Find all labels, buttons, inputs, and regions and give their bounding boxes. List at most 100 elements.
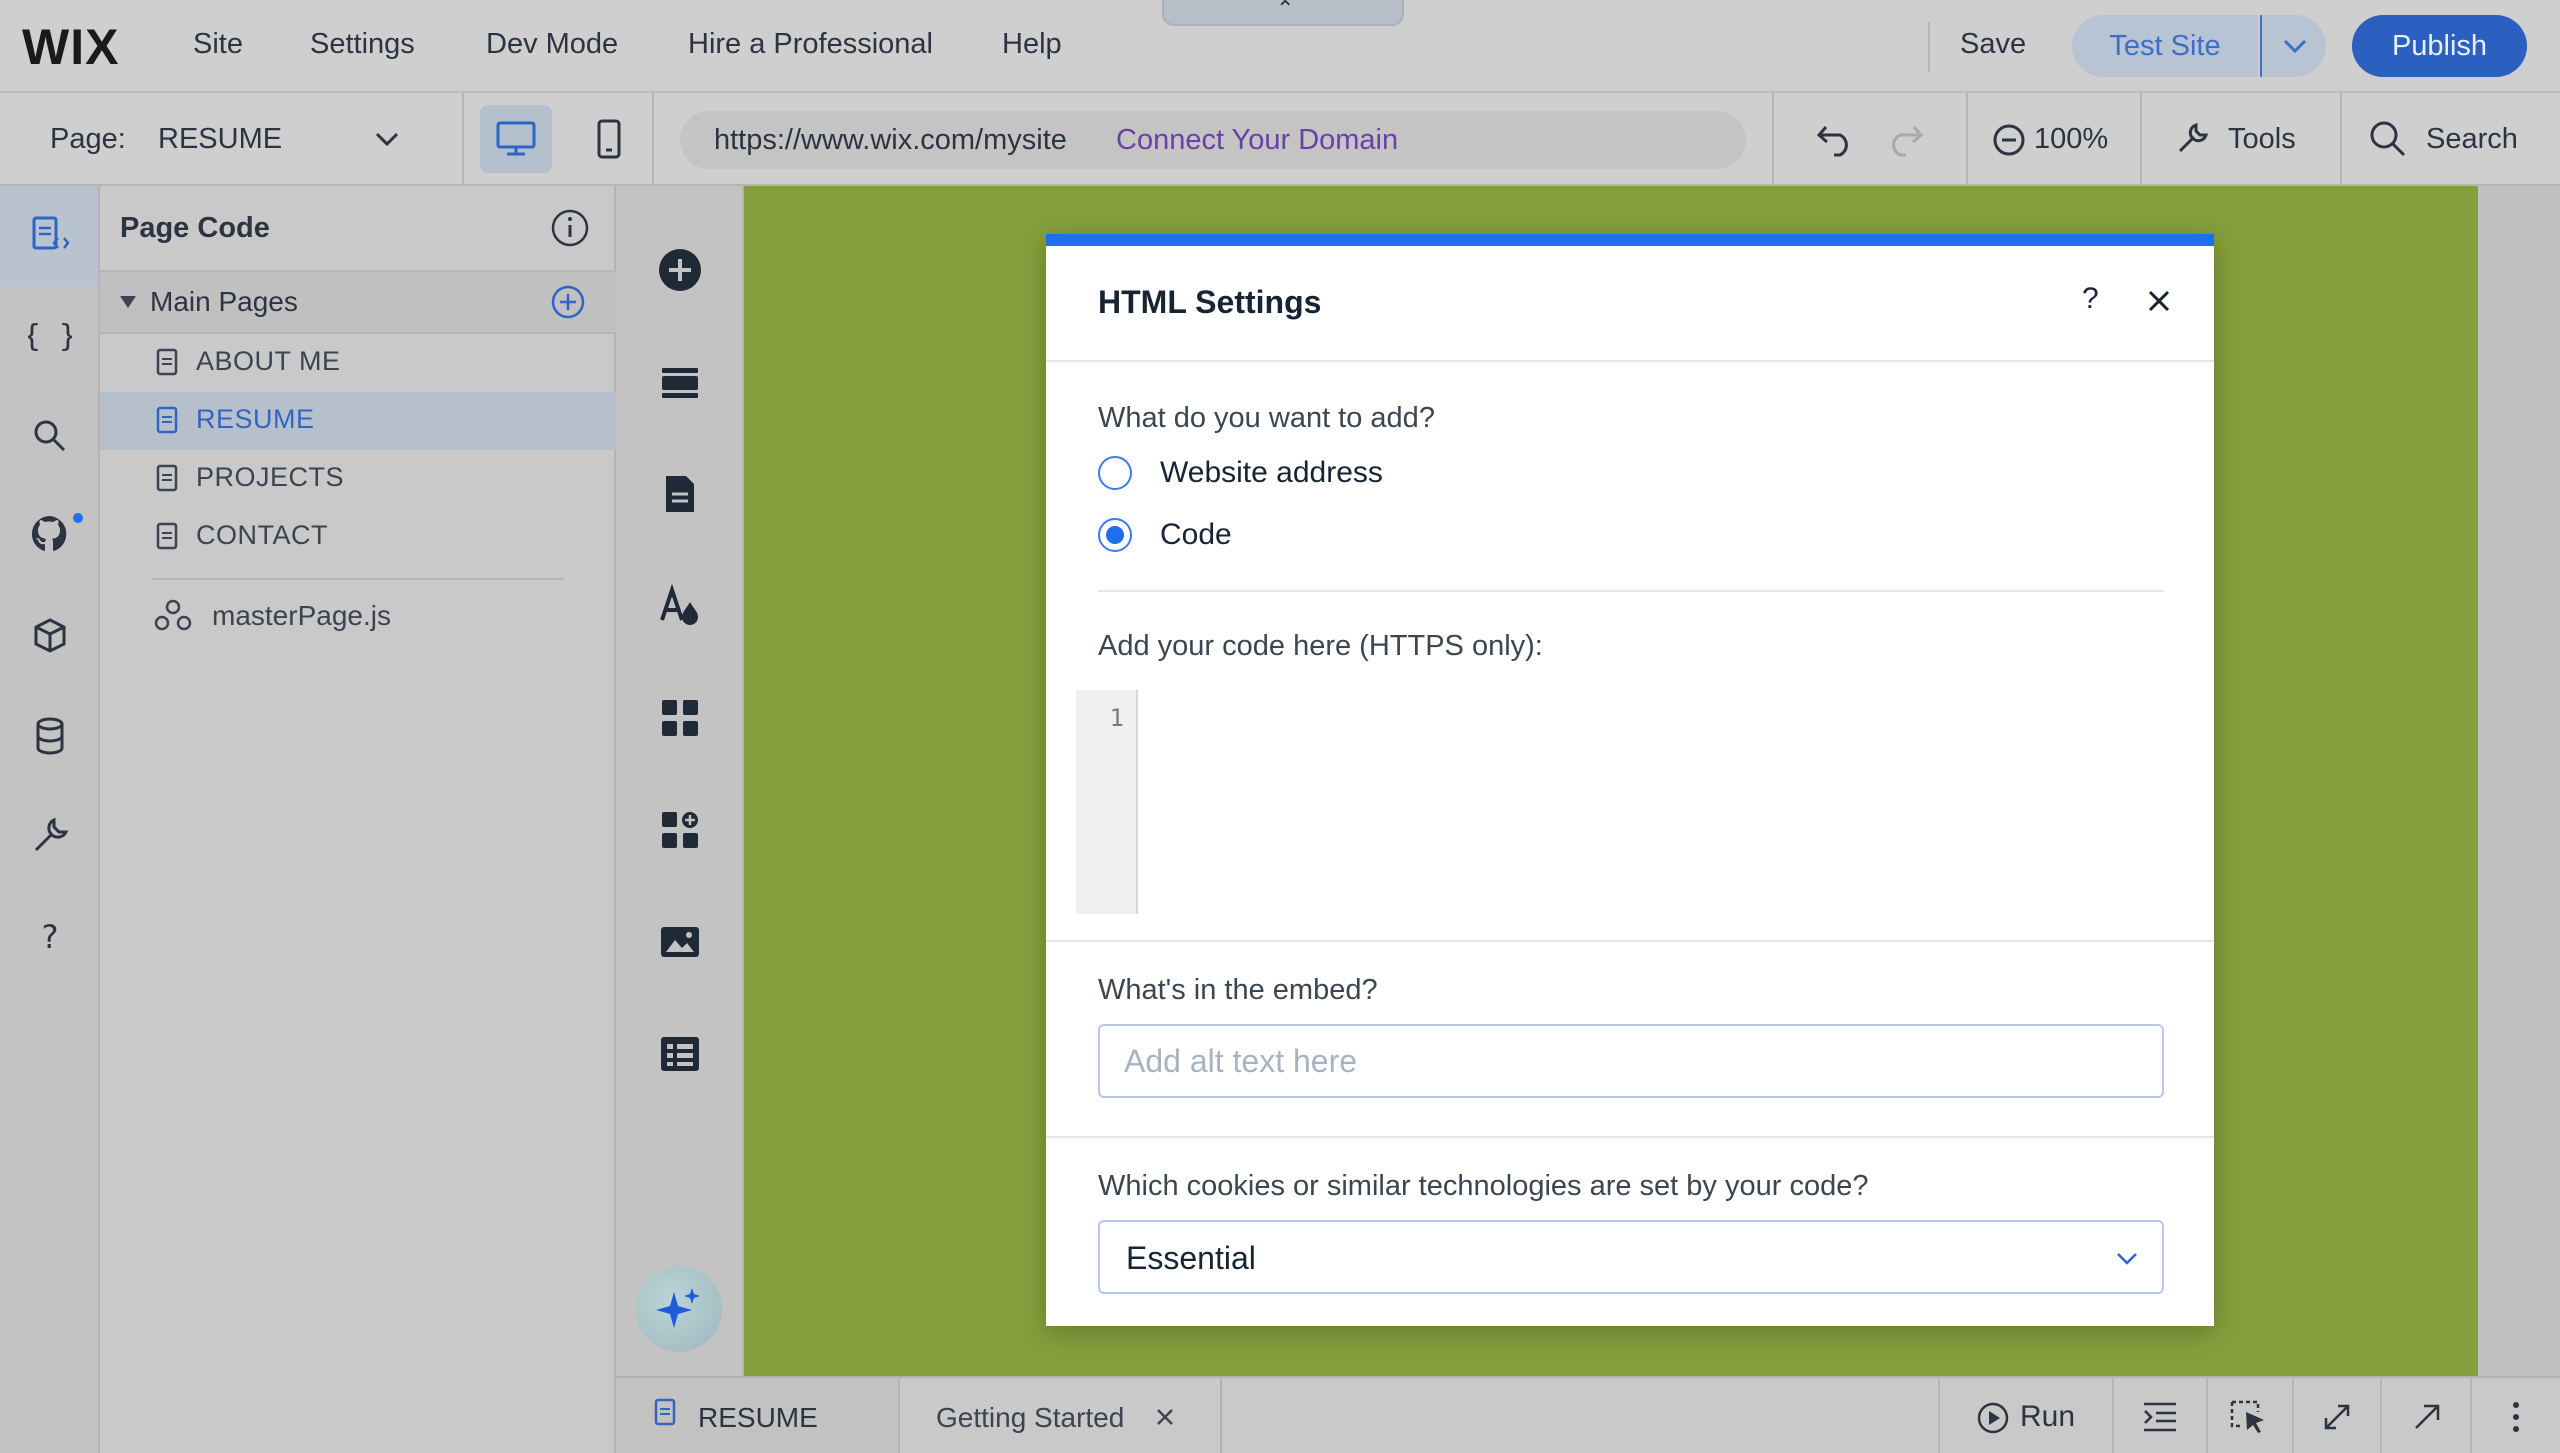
master-page-file[interactable]: masterPage.js xyxy=(100,586,616,646)
code-editor-tabs-bar: RESUME Getting Started Run xyxy=(616,1376,2560,1453)
ai-assistant-icon xyxy=(656,1288,700,1328)
zoom-out-icon[interactable] xyxy=(1992,123,2026,157)
search-icon[interactable] xyxy=(28,414,72,458)
page-item-contact[interactable]: CONTACT xyxy=(100,508,616,566)
cookies-selected-value: Essential xyxy=(1126,1240,1256,1276)
divider xyxy=(1928,22,1930,72)
page-item-label: RESUME xyxy=(196,404,315,434)
run-button[interactable]: Run xyxy=(1940,1378,2112,1453)
menu-settings[interactable]: Settings xyxy=(310,28,415,61)
cookies-select[interactable]: Essential xyxy=(1098,1220,2164,1294)
site-url-bar: https://www.wix.com/mysite Connect Your … xyxy=(680,111,1746,169)
desktop-view-button[interactable] xyxy=(480,105,552,173)
page-label: Page: xyxy=(50,123,126,155)
divider xyxy=(1966,93,1968,186)
page-item-about-me[interactable]: ABOUT ME xyxy=(100,334,616,392)
run-label: Run xyxy=(2020,1400,2076,1433)
tools-icon[interactable] xyxy=(2174,121,2210,157)
test-site-dropdown-button[interactable] xyxy=(2260,15,2326,77)
divider xyxy=(2380,1378,2382,1453)
page-item-label: CONTACT xyxy=(196,520,328,550)
redo-icon[interactable] xyxy=(1884,121,1924,157)
cookies-label: Which cookies or similar technologies ar… xyxy=(1098,1170,1869,1202)
page-item-projects[interactable]: PROJECTS xyxy=(100,450,616,508)
ai-assistant-button[interactable] xyxy=(636,1266,722,1352)
test-site-button[interactable]: Test Site xyxy=(2072,15,2258,77)
apps-icon[interactable] xyxy=(658,696,702,740)
menu-dev-mode[interactable]: Dev Mode xyxy=(486,28,618,61)
select-element-icon[interactable] xyxy=(2228,1398,2268,1436)
chevron-down-icon[interactable] xyxy=(372,127,402,151)
braces-icon[interactable]: { } xyxy=(28,314,72,358)
site-design-icon[interactable] xyxy=(658,584,702,628)
chevron-down-icon xyxy=(2283,39,2307,54)
tab-resume[interactable]: RESUME xyxy=(616,1378,900,1453)
page-selector[interactable]: RESUME xyxy=(158,123,282,156)
add-elements-icon[interactable] xyxy=(658,248,702,292)
divider xyxy=(152,578,564,580)
format-code-icon[interactable] xyxy=(2142,1400,2178,1434)
play-icon xyxy=(1977,1402,2009,1434)
packages-icon[interactable] xyxy=(28,614,72,658)
publish-button[interactable]: Publish xyxy=(2352,15,2527,77)
search-icon[interactable] xyxy=(2368,119,2408,159)
divider xyxy=(2206,1378,2208,1453)
undo-icon[interactable] xyxy=(1816,121,1856,157)
zoom-level[interactable]: 100% xyxy=(2034,123,2108,156)
cms-icon[interactable] xyxy=(658,1032,702,1076)
more-options-icon[interactable] xyxy=(2510,1400,2522,1434)
embed-content-label: What's in the embed? xyxy=(1098,974,1378,1006)
database-icon[interactable] xyxy=(28,714,72,758)
code-label[interactable]: Code xyxy=(1160,518,1232,552)
dev-sidebar-rail: { } ? xyxy=(0,186,100,1453)
page-item-label: ABOUT ME xyxy=(196,346,341,376)
close-icon[interactable] xyxy=(1154,1406,1176,1428)
collapse-topbar-tab[interactable]: ⌃ xyxy=(1162,0,1404,26)
mobile-view-button[interactable] xyxy=(580,105,640,173)
add-panel-strip xyxy=(616,186,744,1376)
open-external-icon[interactable] xyxy=(2412,1402,2442,1432)
menu-site[interactable]: Site xyxy=(193,28,243,61)
tab-label: RESUME xyxy=(698,1402,818,1433)
alt-text-input[interactable] xyxy=(1098,1024,2164,1098)
dialog-title: HTML Settings xyxy=(1098,284,1322,320)
search-button[interactable]: Search xyxy=(2426,123,2518,156)
connect-domain-link[interactable]: Connect Your Domain xyxy=(1116,124,1398,157)
website-address-label[interactable]: Website address xyxy=(1160,456,1383,490)
media-icon[interactable] xyxy=(658,920,702,964)
sections-icon[interactable] xyxy=(658,360,702,404)
expand-icon[interactable] xyxy=(2322,1402,2352,1432)
divider xyxy=(1098,590,2164,592)
help-icon[interactable]: ? xyxy=(2082,282,2099,316)
divider xyxy=(462,93,464,186)
page-code-icon[interactable] xyxy=(28,214,72,258)
add-page-icon[interactable] xyxy=(550,284,586,320)
page-icon xyxy=(156,522,178,550)
pages-icon[interactable] xyxy=(658,472,702,516)
page-item-label: PROJECTS xyxy=(196,462,345,492)
divider xyxy=(1046,360,2214,362)
chevron-down-icon xyxy=(2117,1253,2137,1265)
mobile-icon xyxy=(597,119,621,159)
close-icon[interactable] xyxy=(2144,286,2174,316)
website-address-radio[interactable] xyxy=(1098,456,1132,490)
code-editor[interactable] xyxy=(1140,690,2180,914)
wix-logo[interactable]: WIX xyxy=(22,18,119,76)
save-button[interactable]: Save xyxy=(1960,28,2026,61)
tools-button[interactable]: Tools xyxy=(2228,123,2296,156)
svg-text:?: ? xyxy=(42,918,59,956)
developer-tools-icon[interactable] xyxy=(28,814,72,858)
master-page-label: masterPage.js xyxy=(212,600,391,631)
info-icon[interactable] xyxy=(550,208,590,248)
main-pages-section[interactable]: Main Pages xyxy=(100,272,616,332)
add-apps-icon[interactable] xyxy=(658,808,702,852)
code-radio[interactable] xyxy=(1098,518,1132,552)
github-icon[interactable] xyxy=(28,512,84,556)
html-settings-dialog: HTML Settings ? What do you want to add?… xyxy=(1046,234,2214,1326)
menu-help[interactable]: Help xyxy=(1002,28,1062,61)
tab-getting-started[interactable]: Getting Started xyxy=(902,1378,1222,1453)
help-icon[interactable]: ? xyxy=(28,914,72,958)
divider xyxy=(2340,93,2342,186)
menu-hire-a-professional[interactable]: Hire a Professional xyxy=(688,28,933,61)
page-item-resume[interactable]: RESUME xyxy=(100,392,616,450)
